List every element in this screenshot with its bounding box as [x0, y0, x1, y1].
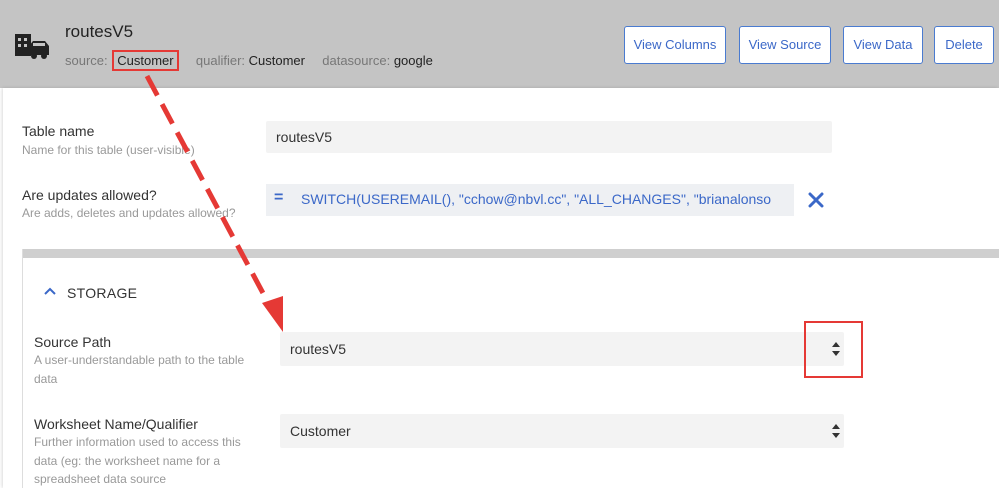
source-path-help-2: data [34, 372, 58, 386]
table-name-input[interactable]: routesV5 [266, 121, 832, 153]
worksheet-select[interactable]: Customer [280, 414, 844, 448]
source-path-select[interactable]: routesV5 [280, 332, 844, 366]
updates-allowed-help: Are adds, deletes and updates allowed? [22, 206, 236, 220]
storage-section-title[interactable]: STORAGE [67, 285, 137, 301]
table-name-label: Table name [22, 123, 95, 139]
worksheet-help-1: Further information used to access this [34, 435, 241, 449]
datasource-value: google [393, 53, 433, 68]
formula-equals-icon: = [274, 189, 284, 206]
updates-allowed-formula-field[interactable]: = SWITCH(USEREMAIL(), "cchow@nbvl.cc", "… [266, 184, 794, 216]
table-meta: source: Customer qualifier: Customer dat… [65, 50, 433, 71]
qualifier-key: qualifier: [195, 53, 246, 68]
worksheet-label: Worksheet Name/Qualifier [34, 416, 198, 432]
datasource-key: datasource: [322, 53, 391, 68]
delete-button[interactable]: Delete [934, 26, 994, 64]
view-source-button[interactable]: View Source [739, 26, 831, 64]
select-arrows-icon[interactable] [832, 424, 840, 438]
worksheet-help-2: data (eg: the worksheet name for a [34, 454, 221, 468]
formula-expression: SWITCH(USEREMAIL(), "cchow@nbvl.cc", "AL… [301, 191, 772, 207]
source-path-value: routesV5 [290, 341, 347, 357]
close-x-icon[interactable] [808, 192, 824, 208]
source-path-help-1: A user-understandable path to the table [34, 353, 245, 367]
updates-allowed-label: Are updates allowed? [22, 187, 157, 203]
view-data-button[interactable]: View Data [843, 26, 923, 64]
qualifier-value: Customer [248, 53, 305, 68]
source-value: Customer [112, 50, 179, 71]
building-car-icon [15, 34, 49, 59]
table-name-help: Name for this table (user-visible) [22, 143, 195, 157]
chevron-up-icon[interactable] [44, 286, 56, 296]
table-title: routesV5 [65, 22, 134, 41]
annotation-highlight-box [804, 321, 863, 378]
table-header: routesV5 source: Customer qualifier: Cus… [0, 0, 999, 88]
source-key: source: [65, 53, 108, 68]
view-columns-button[interactable]: View Columns [624, 26, 726, 64]
section-divider-bar [23, 249, 999, 258]
worksheet-help-3: spreadsheet data source [34, 472, 167, 486]
source-path-label: Source Path [34, 334, 112, 350]
worksheet-value: Customer [290, 423, 351, 439]
